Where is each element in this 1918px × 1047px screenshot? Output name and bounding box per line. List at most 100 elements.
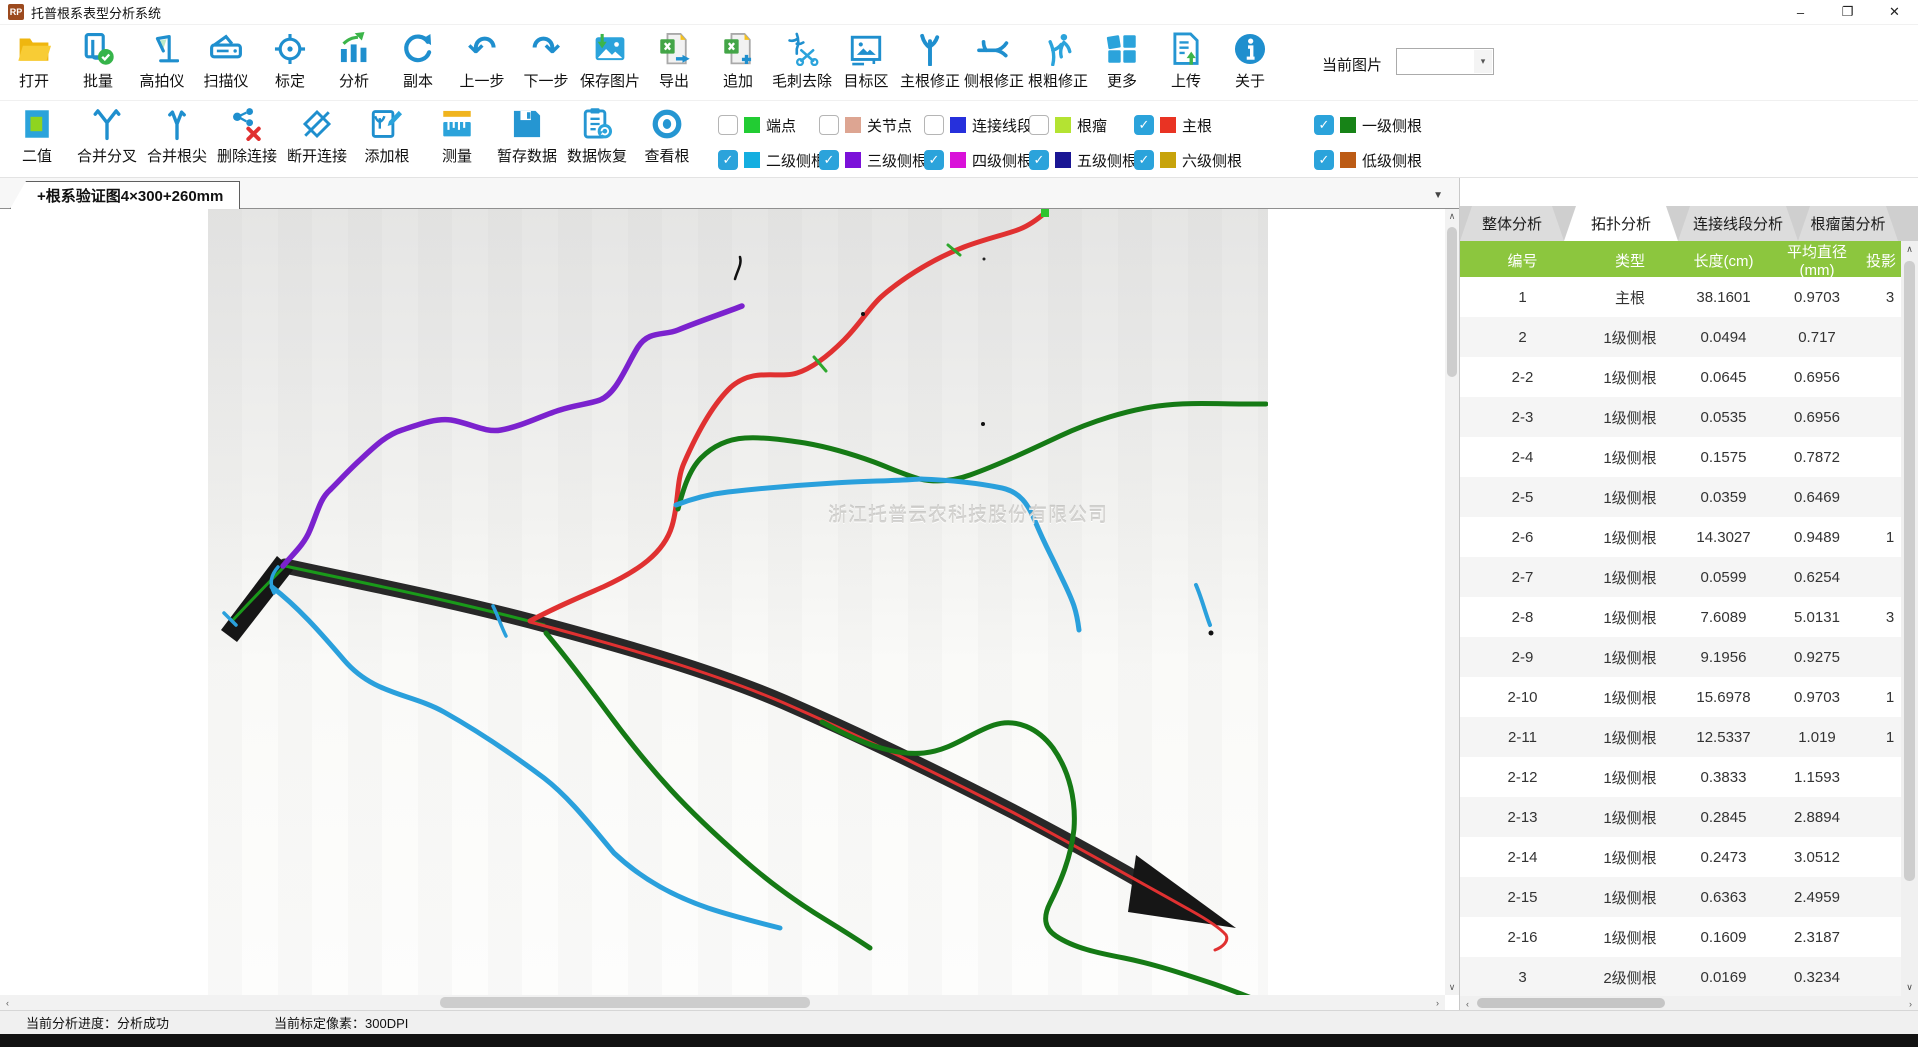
legend-checkbox[interactable]: ✓ <box>1134 115 1154 135</box>
maximize-button[interactable]: ❐ <box>1824 0 1871 25</box>
scroll-up-icon[interactable]: ∧ <box>1445 209 1459 224</box>
table-cell: 0.1575 <box>1675 449 1772 466</box>
target-area-button[interactable]: 目标区 <box>834 30 898 91</box>
legend-checkbox[interactable]: ✓ <box>1029 150 1049 170</box>
restore-data-button[interactable]: 数据恢复 <box>562 105 632 166</box>
table-vertical-scrollbar[interactable]: ∧ ∨ <box>1901 241 1918 996</box>
table-cell: 0.0535 <box>1675 409 1772 426</box>
table-horizontal-scrollbar[interactable]: ‹ › <box>1460 996 1918 1010</box>
deburr-button[interactable]: 毛刺去除 <box>770 30 834 91</box>
measure-button[interactable]: 测量 <box>422 105 492 166</box>
table-scroll-left-icon[interactable]: ‹ <box>1460 996 1475 1010</box>
legend-row-1: 端点关节点连接线段根瘤✓主根✓一级侧根 <box>718 112 1464 138</box>
copy-button[interactable]: 副本 <box>386 30 450 91</box>
undo-button[interactable]: ↶ 上一步 <box>450 30 514 91</box>
table-row[interactable]: 2-121级侧根0.38331.1593 <box>1460 757 1918 797</box>
minimize-button[interactable]: – <box>1777 0 1824 25</box>
table-row[interactable]: 2-91级侧根9.19560.9275 <box>1460 637 1918 677</box>
scroll-down-icon[interactable]: ∨ <box>1445 980 1459 995</box>
legend-checkbox[interactable]: ✓ <box>718 150 738 170</box>
root-green-wave <box>822 722 1266 995</box>
table-row[interactable]: 2-81级侧根7.60895.01313 <box>1460 597 1918 637</box>
view-root-button[interactable]: 查看根 <box>632 105 702 166</box>
calibrate-button[interactable]: 标定 <box>258 30 322 91</box>
break-connection-button[interactable]: 断开连接 <box>282 105 352 166</box>
scanner-button[interactable]: 扫描仪 <box>194 30 258 91</box>
tab-overall-analysis[interactable]: 整体分析 <box>1460 206 1564 241</box>
table-row[interactable]: 2-131级侧根0.28452.8894 <box>1460 797 1918 837</box>
legend-checkbox[interactable] <box>718 115 738 135</box>
doc-camera-button[interactable]: 高拍仪 <box>130 30 194 91</box>
merge-fork-button[interactable]: 合并分叉 <box>72 105 142 166</box>
tab-nodule-analysis[interactable]: 根瘤菌分析 <box>1798 206 1898 241</box>
export-button[interactable]: 导出 <box>642 30 706 91</box>
about-button[interactable]: 关于 <box>1218 30 1282 91</box>
view-root-icon <box>648 105 686 143</box>
add-root-button[interactable]: 添加根 <box>352 105 422 166</box>
table-row[interactable]: 2-101级侧根15.69780.97031 <box>1460 677 1918 717</box>
combo-dropdown-icon[interactable]: ▾ <box>1474 50 1492 73</box>
table-row[interactable]: 21级侧根0.04940.717 <box>1460 317 1918 357</box>
binary-button[interactable]: 二值 <box>2 105 72 166</box>
tab-topology-analysis[interactable]: 拓扑分析 <box>1564 206 1678 241</box>
table-hscroll-thumb[interactable] <box>1477 998 1665 1008</box>
legend-checkbox[interactable] <box>819 115 839 135</box>
delete-connection-button[interactable]: 删除连接 <box>212 105 282 166</box>
table-cell: 2级侧根 <box>1585 967 1675 988</box>
legend-checkbox[interactable]: ✓ <box>1314 115 1334 135</box>
table-row[interactable]: 32级侧根0.01690.3234 <box>1460 957 1918 997</box>
table-scroll-right-icon[interactable]: › <box>1903 996 1918 1010</box>
append-button[interactable]: 追加 <box>706 30 770 91</box>
root-scan-image: 浙江托普云农科技股份有限公司 <box>208 209 1268 995</box>
current-image-select[interactable]: ▾ <box>1396 48 1494 75</box>
analyze-button[interactable]: 分析 <box>322 30 386 91</box>
legend-checkbox[interactable] <box>924 115 944 135</box>
table-cell: 2-15 <box>1460 889 1585 906</box>
table-scroll-up-icon[interactable]: ∧ <box>1901 241 1918 258</box>
merge-tip-button[interactable]: 合并根尖 <box>142 105 212 166</box>
main-root-fix-button[interactable]: 主根修正 <box>898 30 962 91</box>
tabstrip-dropdown-icon[interactable]: ▼ <box>1433 190 1443 201</box>
canvas-vertical-scrollbar[interactable]: ∧ ∨ <box>1445 209 1459 995</box>
table-row[interactable]: 2-71级侧根0.05990.6254 <box>1460 557 1918 597</box>
table-row[interactable]: 2-41级侧根0.15750.7872 <box>1460 437 1918 477</box>
table-row[interactable]: 2-31级侧根0.05350.6956 <box>1460 397 1918 437</box>
document-tab-active[interactable]: +根系验证图4×300+260mm <box>10 181 240 209</box>
redo-button[interactable]: ↷ 下一步 <box>514 30 578 91</box>
table-cell: 1级侧根 <box>1585 567 1675 588</box>
legend-checkbox[interactable]: ✓ <box>1134 150 1154 170</box>
root-thickness-fix-button[interactable]: 根粗修正 <box>1026 30 1090 91</box>
table-row[interactable]: 2-151级侧根0.63632.4959 <box>1460 877 1918 917</box>
legend-checkbox[interactable] <box>1029 115 1049 135</box>
legend-checkbox[interactable]: ✓ <box>819 150 839 170</box>
scroll-left-icon[interactable]: ‹ <box>0 995 15 1010</box>
table-vscroll-thumb[interactable] <box>1904 261 1915 881</box>
canvas-hscroll-thumb[interactable] <box>440 997 810 1008</box>
table-row[interactable]: 2-161级侧根0.16092.3187 <box>1460 917 1918 957</box>
save-image-button[interactable]: 保存图片 <box>578 30 642 91</box>
save-data-button[interactable]: 暂存数据 <box>492 105 562 166</box>
upload-doc-icon <box>1167 30 1205 68</box>
more-button[interactable]: 更多 <box>1090 30 1154 91</box>
scroll-right-icon[interactable]: › <box>1430 995 1445 1010</box>
batch-button[interactable]: 批量 <box>66 30 130 91</box>
table-scroll-down-icon[interactable]: ∨ <box>1901 979 1918 996</box>
table-row[interactable]: 2-51级侧根0.03590.6469 <box>1460 477 1918 517</box>
upload-button[interactable]: 上传 <box>1154 30 1218 91</box>
table-row[interactable]: 2-21级侧根0.06450.6956 <box>1460 357 1918 397</box>
table-row[interactable]: 2-141级侧根0.24733.0512 <box>1460 837 1918 877</box>
doc-camera-icon <box>143 30 181 68</box>
open-button[interactable]: 打开 <box>2 30 66 91</box>
tick-blue-right <box>1196 585 1210 625</box>
legend-checkbox[interactable]: ✓ <box>1314 150 1334 170</box>
canvas-horizontal-scrollbar[interactable]: ‹ › <box>0 995 1445 1010</box>
legend-checkbox[interactable]: ✓ <box>924 150 944 170</box>
canvas-vscroll-thumb[interactable] <box>1447 227 1457 377</box>
side-root-fix-button[interactable]: 侧根修正 <box>962 30 1026 91</box>
tab-segment-analysis[interactable]: 连接线段分析 <box>1678 206 1798 241</box>
close-button[interactable]: ✕ <box>1871 0 1918 25</box>
table-row[interactable]: 2-111级侧根12.53371.0191 <box>1460 717 1918 757</box>
table-row[interactable]: 1主根38.16010.97033 <box>1460 277 1918 317</box>
table-row[interactable]: 2-61级侧根14.30270.94891 <box>1460 517 1918 557</box>
root-image-viewport[interactable]: 浙江托普云农科技股份有限公司 <box>0 209 1445 995</box>
